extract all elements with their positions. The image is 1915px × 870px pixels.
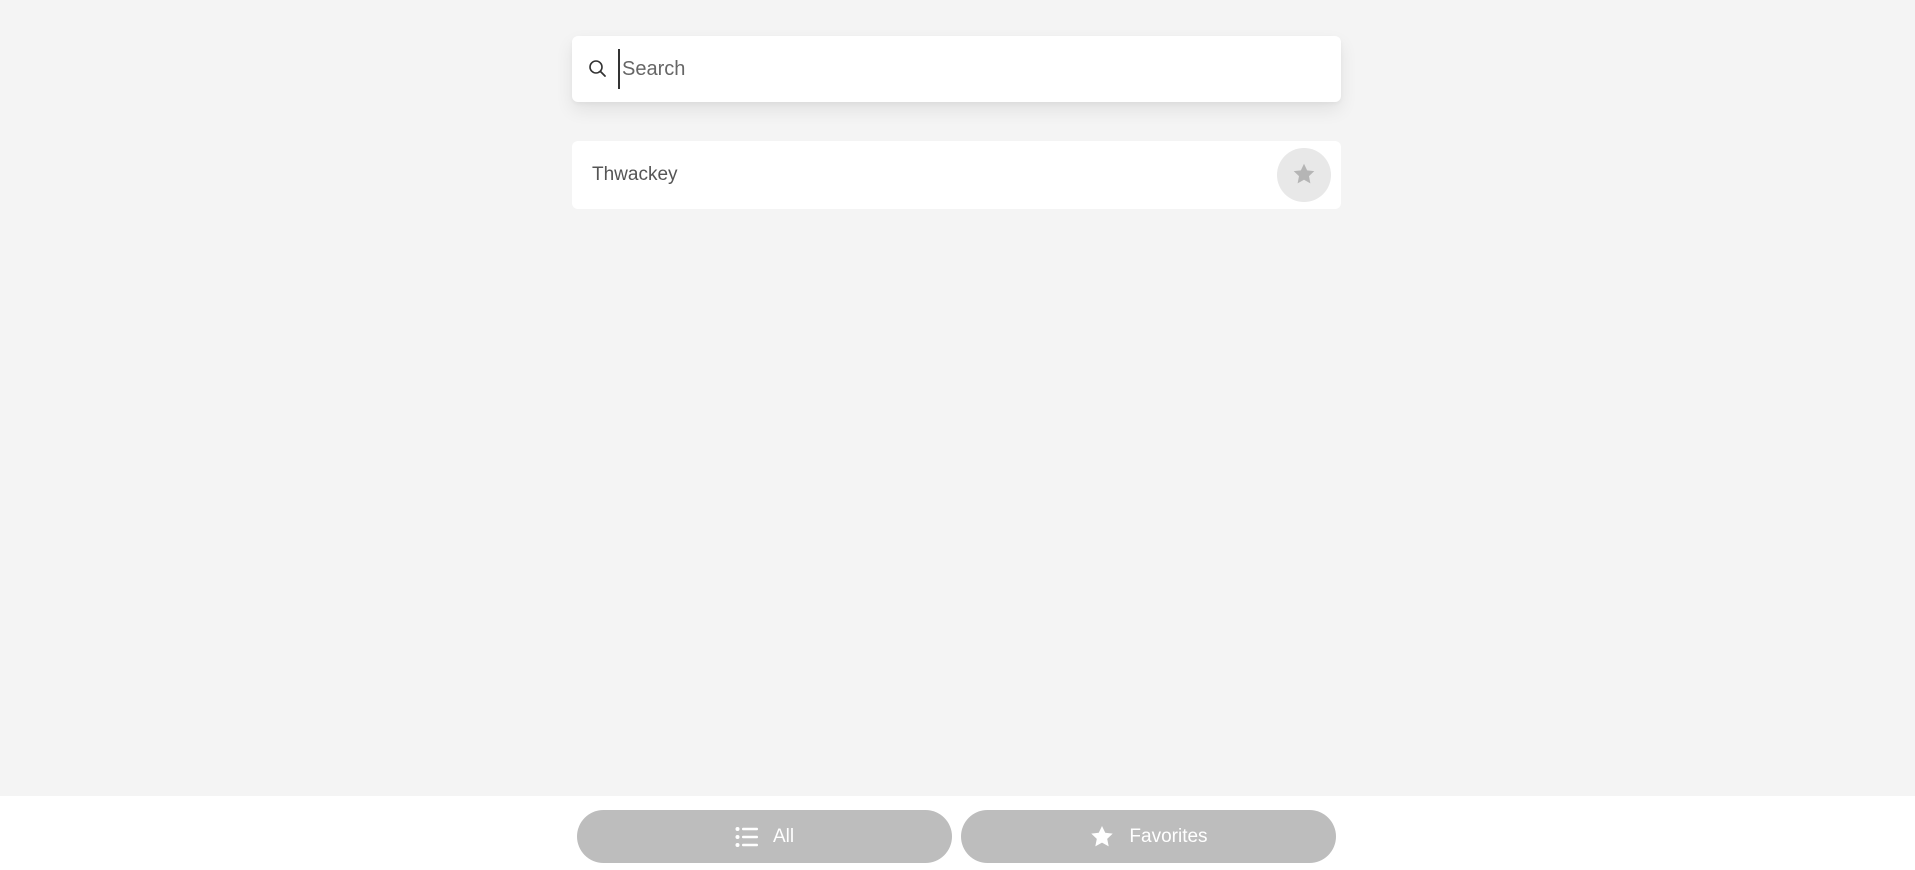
- bottom-tab-bar: All Favorites: [0, 796, 1915, 870]
- list-item[interactable]: Thwackey: [572, 141, 1341, 209]
- app-page: Thwackey All: [0, 0, 1915, 870]
- favorite-toggle-button[interactable]: [1277, 148, 1331, 202]
- tab-favorites[interactable]: Favorites: [961, 810, 1336, 863]
- search-icon: [586, 57, 610, 81]
- search-input[interactable]: [618, 49, 1341, 89]
- star-icon: [1089, 824, 1115, 850]
- tab-favorites-label: Favorites: [1129, 825, 1208, 847]
- search-bar: [572, 36, 1341, 102]
- list-icon: [735, 826, 759, 848]
- list-item-label: Thwackey: [592, 164, 678, 185]
- tab-all[interactable]: All: [577, 810, 952, 863]
- star-icon: [1291, 161, 1317, 190]
- item-list: Thwackey: [572, 141, 1341, 209]
- tab-all-label: All: [772, 825, 795, 847]
